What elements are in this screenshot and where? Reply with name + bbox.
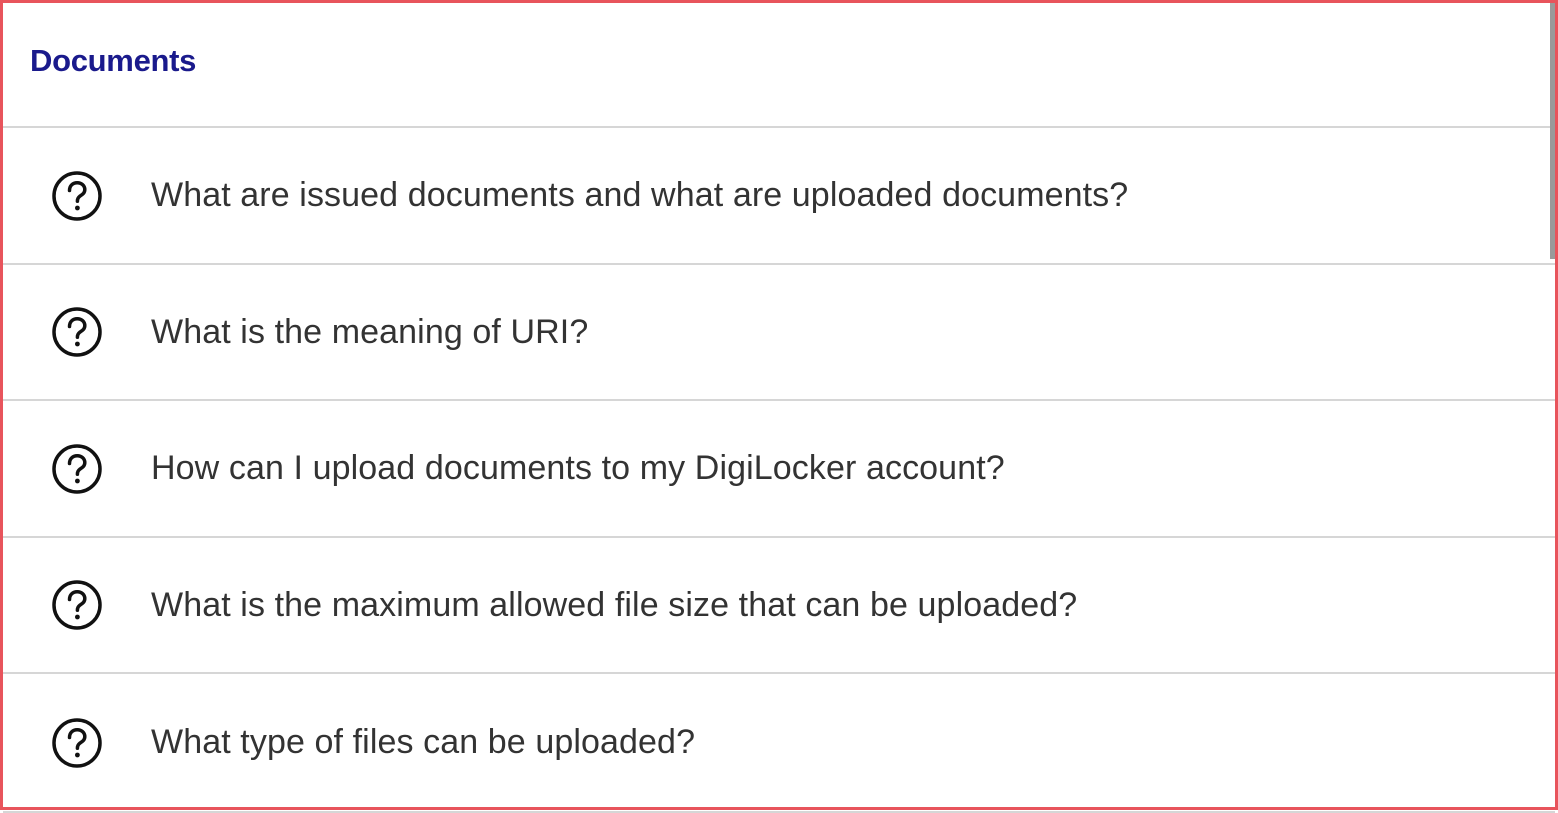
section-title: Documents	[30, 42, 197, 78]
faq-list: What are issued documents and what are u…	[3, 128, 1555, 813]
faq-question: What is the meaning of URI?	[151, 312, 589, 351]
question-circle-icon	[50, 578, 104, 632]
faq-question: What is the maximum allowed file size th…	[151, 585, 1078, 624]
section-header: Documents	[3, 3, 1555, 128]
faq-question: What are issued documents and what are u…	[151, 176, 1129, 214]
faq-item[interactable]: How can I upload documents to my DigiLoc…	[3, 401, 1555, 538]
faq-question: How can I upload documents to my DigiLoc…	[151, 449, 1005, 487]
scrollbar[interactable]	[1550, 3, 1555, 259]
question-circle-icon	[50, 716, 104, 770]
documents-faq-panel: Documents What are issued documents and …	[0, 0, 1558, 813]
question-circle-icon	[50, 442, 104, 496]
faq-question: What type of files can be uploaded?	[151, 723, 696, 761]
question-circle-icon	[50, 305, 104, 359]
question-circle-icon	[50, 169, 104, 223]
faq-item[interactable]: What is the meaning of URI?	[3, 265, 1555, 401]
faq-item[interactable]: What is the maximum allowed file size th…	[3, 538, 1555, 674]
faq-item[interactable]: What type of files can be uploaded?	[3, 674, 1555, 813]
faq-item[interactable]: What are issued documents and what are u…	[3, 128, 1555, 265]
